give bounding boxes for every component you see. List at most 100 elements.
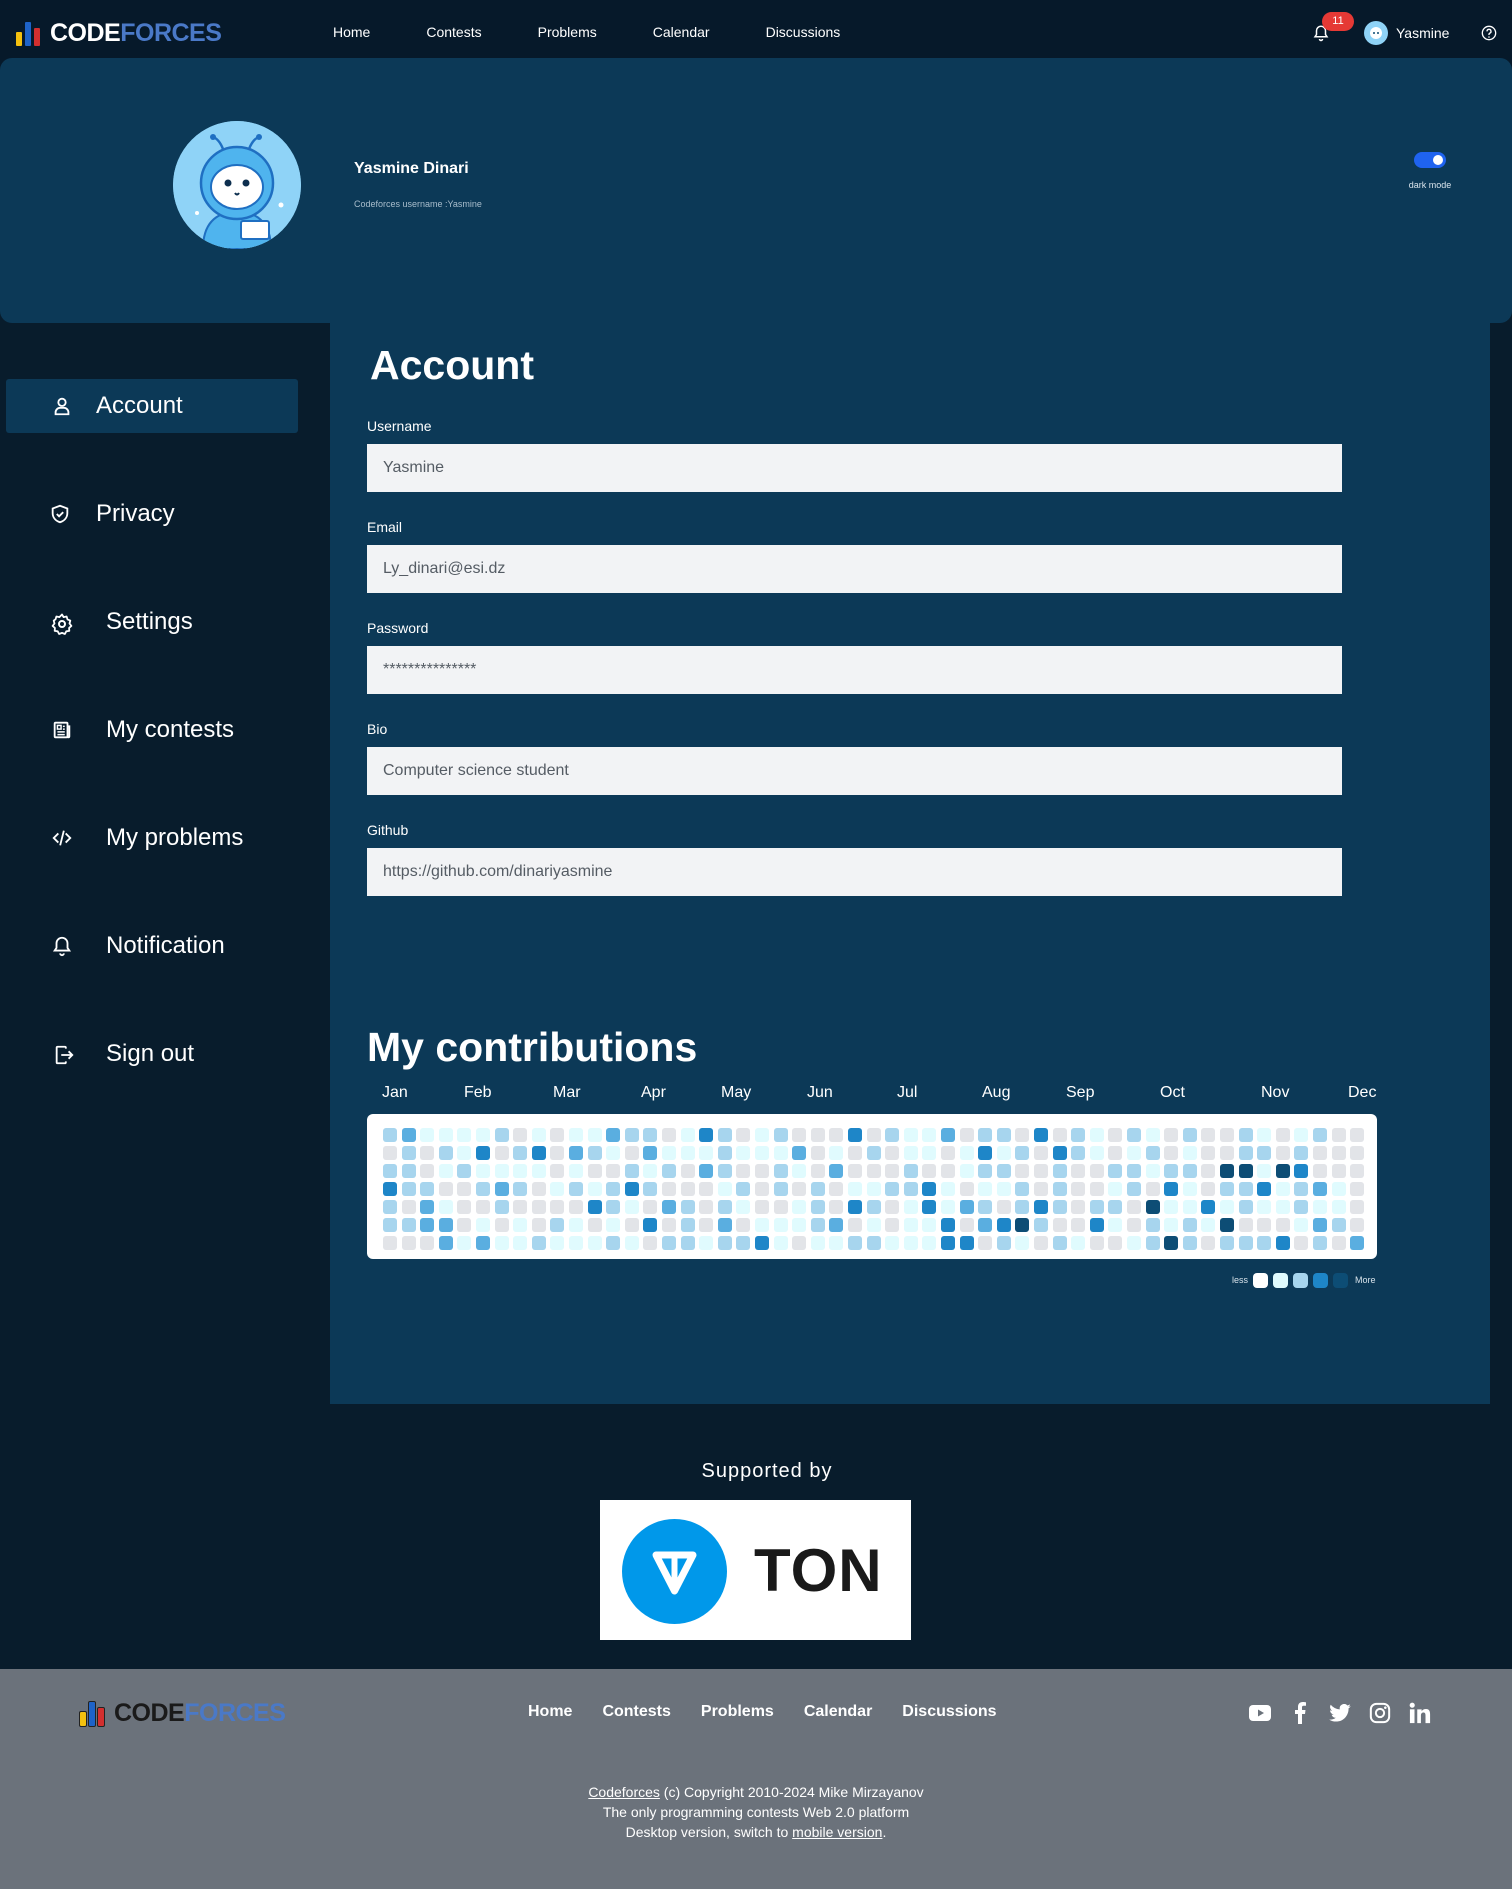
heatmap-cell xyxy=(476,1128,490,1142)
footer-home[interactable]: Home xyxy=(528,1703,572,1721)
heatmap-cell xyxy=(606,1182,621,1196)
dark-mode-toggle[interactable] xyxy=(1414,152,1446,168)
instagram-icon[interactable] xyxy=(1368,1701,1392,1725)
mobile-version-link[interactable]: mobile version xyxy=(792,1824,882,1840)
heatmap-cell xyxy=(903,1128,918,1142)
heatmap-cell xyxy=(773,1128,788,1142)
heatmap-cell xyxy=(1127,1182,1141,1196)
help-icon[interactable] xyxy=(1481,25,1497,41)
codeforces-link[interactable]: Codeforces xyxy=(588,1784,660,1800)
heatmap-cell xyxy=(420,1128,435,1142)
heatmap-cell xyxy=(1127,1146,1141,1160)
heatmap-cell xyxy=(1182,1200,1197,1214)
facebook-icon[interactable] xyxy=(1288,1701,1312,1725)
nav-problems[interactable]: Problems xyxy=(538,24,597,40)
heatmap-cell xyxy=(829,1182,844,1196)
footer-logo[interactable]: CODEFORCES xyxy=(79,1699,286,1727)
heatmap-cell xyxy=(941,1182,955,1196)
heatmap-cell xyxy=(736,1128,751,1142)
heatmap-cell xyxy=(587,1182,602,1196)
sidebar-item-my-problems[interactable]: My problems xyxy=(6,811,298,865)
heatmap-cell xyxy=(1331,1146,1346,1160)
sidebar-item-notification[interactable]: Notification xyxy=(6,919,298,973)
footer-calendar[interactable]: Calendar xyxy=(804,1703,872,1721)
twitter-icon[interactable] xyxy=(1328,1701,1352,1725)
legend-less: less xyxy=(1232,1275,1249,1285)
heatmap-cell xyxy=(680,1236,695,1250)
heatmap-cell xyxy=(1127,1164,1141,1178)
footer-discussions[interactable]: Discussions xyxy=(902,1703,996,1721)
heatmap-cell xyxy=(903,1236,918,1250)
github-field[interactable] xyxy=(367,848,1342,896)
email-field[interactable] xyxy=(367,545,1342,593)
nav-calendar[interactable]: Calendar xyxy=(653,24,710,40)
heatmap-cell xyxy=(643,1146,658,1160)
heatmap-cell xyxy=(1052,1146,1067,1160)
top-navbar: CODEFORCES Home Contests Problems Calend… xyxy=(0,0,1512,66)
heatmap-cell xyxy=(606,1200,621,1214)
main-nav: Home Contests Problems Calendar Discussi… xyxy=(333,24,896,40)
heatmap-cell xyxy=(978,1182,993,1196)
heatmap-cell xyxy=(1089,1218,1104,1232)
youtube-icon[interactable] xyxy=(1248,1701,1272,1725)
heatmap-cell xyxy=(848,1236,862,1250)
user-menu[interactable]: Yasmine xyxy=(1364,21,1449,45)
heatmap-cell xyxy=(829,1200,844,1214)
heatmap-cell xyxy=(810,1146,825,1160)
linkedin-icon[interactable] xyxy=(1408,1701,1432,1725)
sidebar-item-account[interactable]: Account xyxy=(6,379,298,433)
logo-wordmark: CODEFORCES xyxy=(114,1699,286,1727)
heatmap-cell xyxy=(662,1146,676,1160)
heatmap-cell xyxy=(494,1128,509,1142)
footer-problems[interactable]: Problems xyxy=(701,1703,774,1721)
bio-field[interactable] xyxy=(367,747,1342,795)
heatmap-cell xyxy=(1182,1146,1197,1160)
codeforces-logo[interactable]: CODEFORCES xyxy=(16,20,222,46)
sidebar-item-label: Account xyxy=(96,392,183,419)
heatmap-cell xyxy=(885,1128,900,1142)
heatmap-cell xyxy=(457,1236,472,1250)
sidebar-item-sign-out[interactable]: Sign out xyxy=(6,1027,298,1081)
nav-contests[interactable]: Contests xyxy=(426,24,481,40)
footer-contests[interactable]: Contests xyxy=(602,1703,670,1721)
heatmap-cell xyxy=(1145,1236,1160,1250)
heatmap-cell xyxy=(1220,1236,1234,1250)
desktop-version-suffix: . xyxy=(882,1824,887,1840)
heatmap-cell xyxy=(1313,1128,1327,1142)
ton-diamond-icon xyxy=(622,1519,727,1624)
heatmap-cell xyxy=(773,1200,788,1214)
sidebar-item-privacy[interactable]: Privacy xyxy=(6,487,298,541)
heatmap-cell xyxy=(1238,1164,1253,1178)
heatmap-cell xyxy=(1164,1236,1179,1250)
heatmap-cell xyxy=(792,1236,807,1250)
heatmap-cell xyxy=(810,1164,825,1178)
heatmap-cell xyxy=(1275,1182,1290,1196)
contribution-months: Jan Feb Mar Apr May Jun Jul Aug Sep Oct … xyxy=(367,1084,1377,1108)
password-field[interactable] xyxy=(367,646,1342,694)
heatmap-cell xyxy=(810,1128,825,1142)
notification-count-badge: 11 xyxy=(1322,12,1354,31)
username-field[interactable] xyxy=(367,444,1342,492)
bell-icon xyxy=(50,934,74,958)
month-label: Aug xyxy=(982,1084,1011,1101)
heatmap-cell xyxy=(699,1182,714,1196)
heatmap-cell xyxy=(1127,1200,1141,1214)
sidebar-item-my-contests[interactable]: My contests xyxy=(6,703,298,757)
month-label: Dec xyxy=(1348,1084,1377,1101)
heatmap-cell xyxy=(531,1236,546,1250)
heatmap-cell xyxy=(773,1164,788,1178)
heatmap-cell xyxy=(699,1236,714,1250)
nav-discussions[interactable]: Discussions xyxy=(766,24,841,40)
heatmap-cell xyxy=(941,1218,955,1232)
heatmap-cell xyxy=(959,1182,974,1196)
heatmap-cell xyxy=(717,1200,732,1214)
heatmap-cell xyxy=(717,1182,732,1196)
heatmap-cell xyxy=(792,1146,807,1160)
ton-sponsor-logo[interactable]: TON xyxy=(600,1500,911,1640)
heatmap-cell xyxy=(885,1236,900,1250)
sidebar-item-settings[interactable]: Settings xyxy=(6,595,298,649)
heatmap-cell xyxy=(680,1182,695,1196)
nav-home[interactable]: Home xyxy=(333,24,370,40)
ton-wordmark: TON xyxy=(754,1537,883,1604)
heatmap-cell xyxy=(1294,1236,1309,1250)
